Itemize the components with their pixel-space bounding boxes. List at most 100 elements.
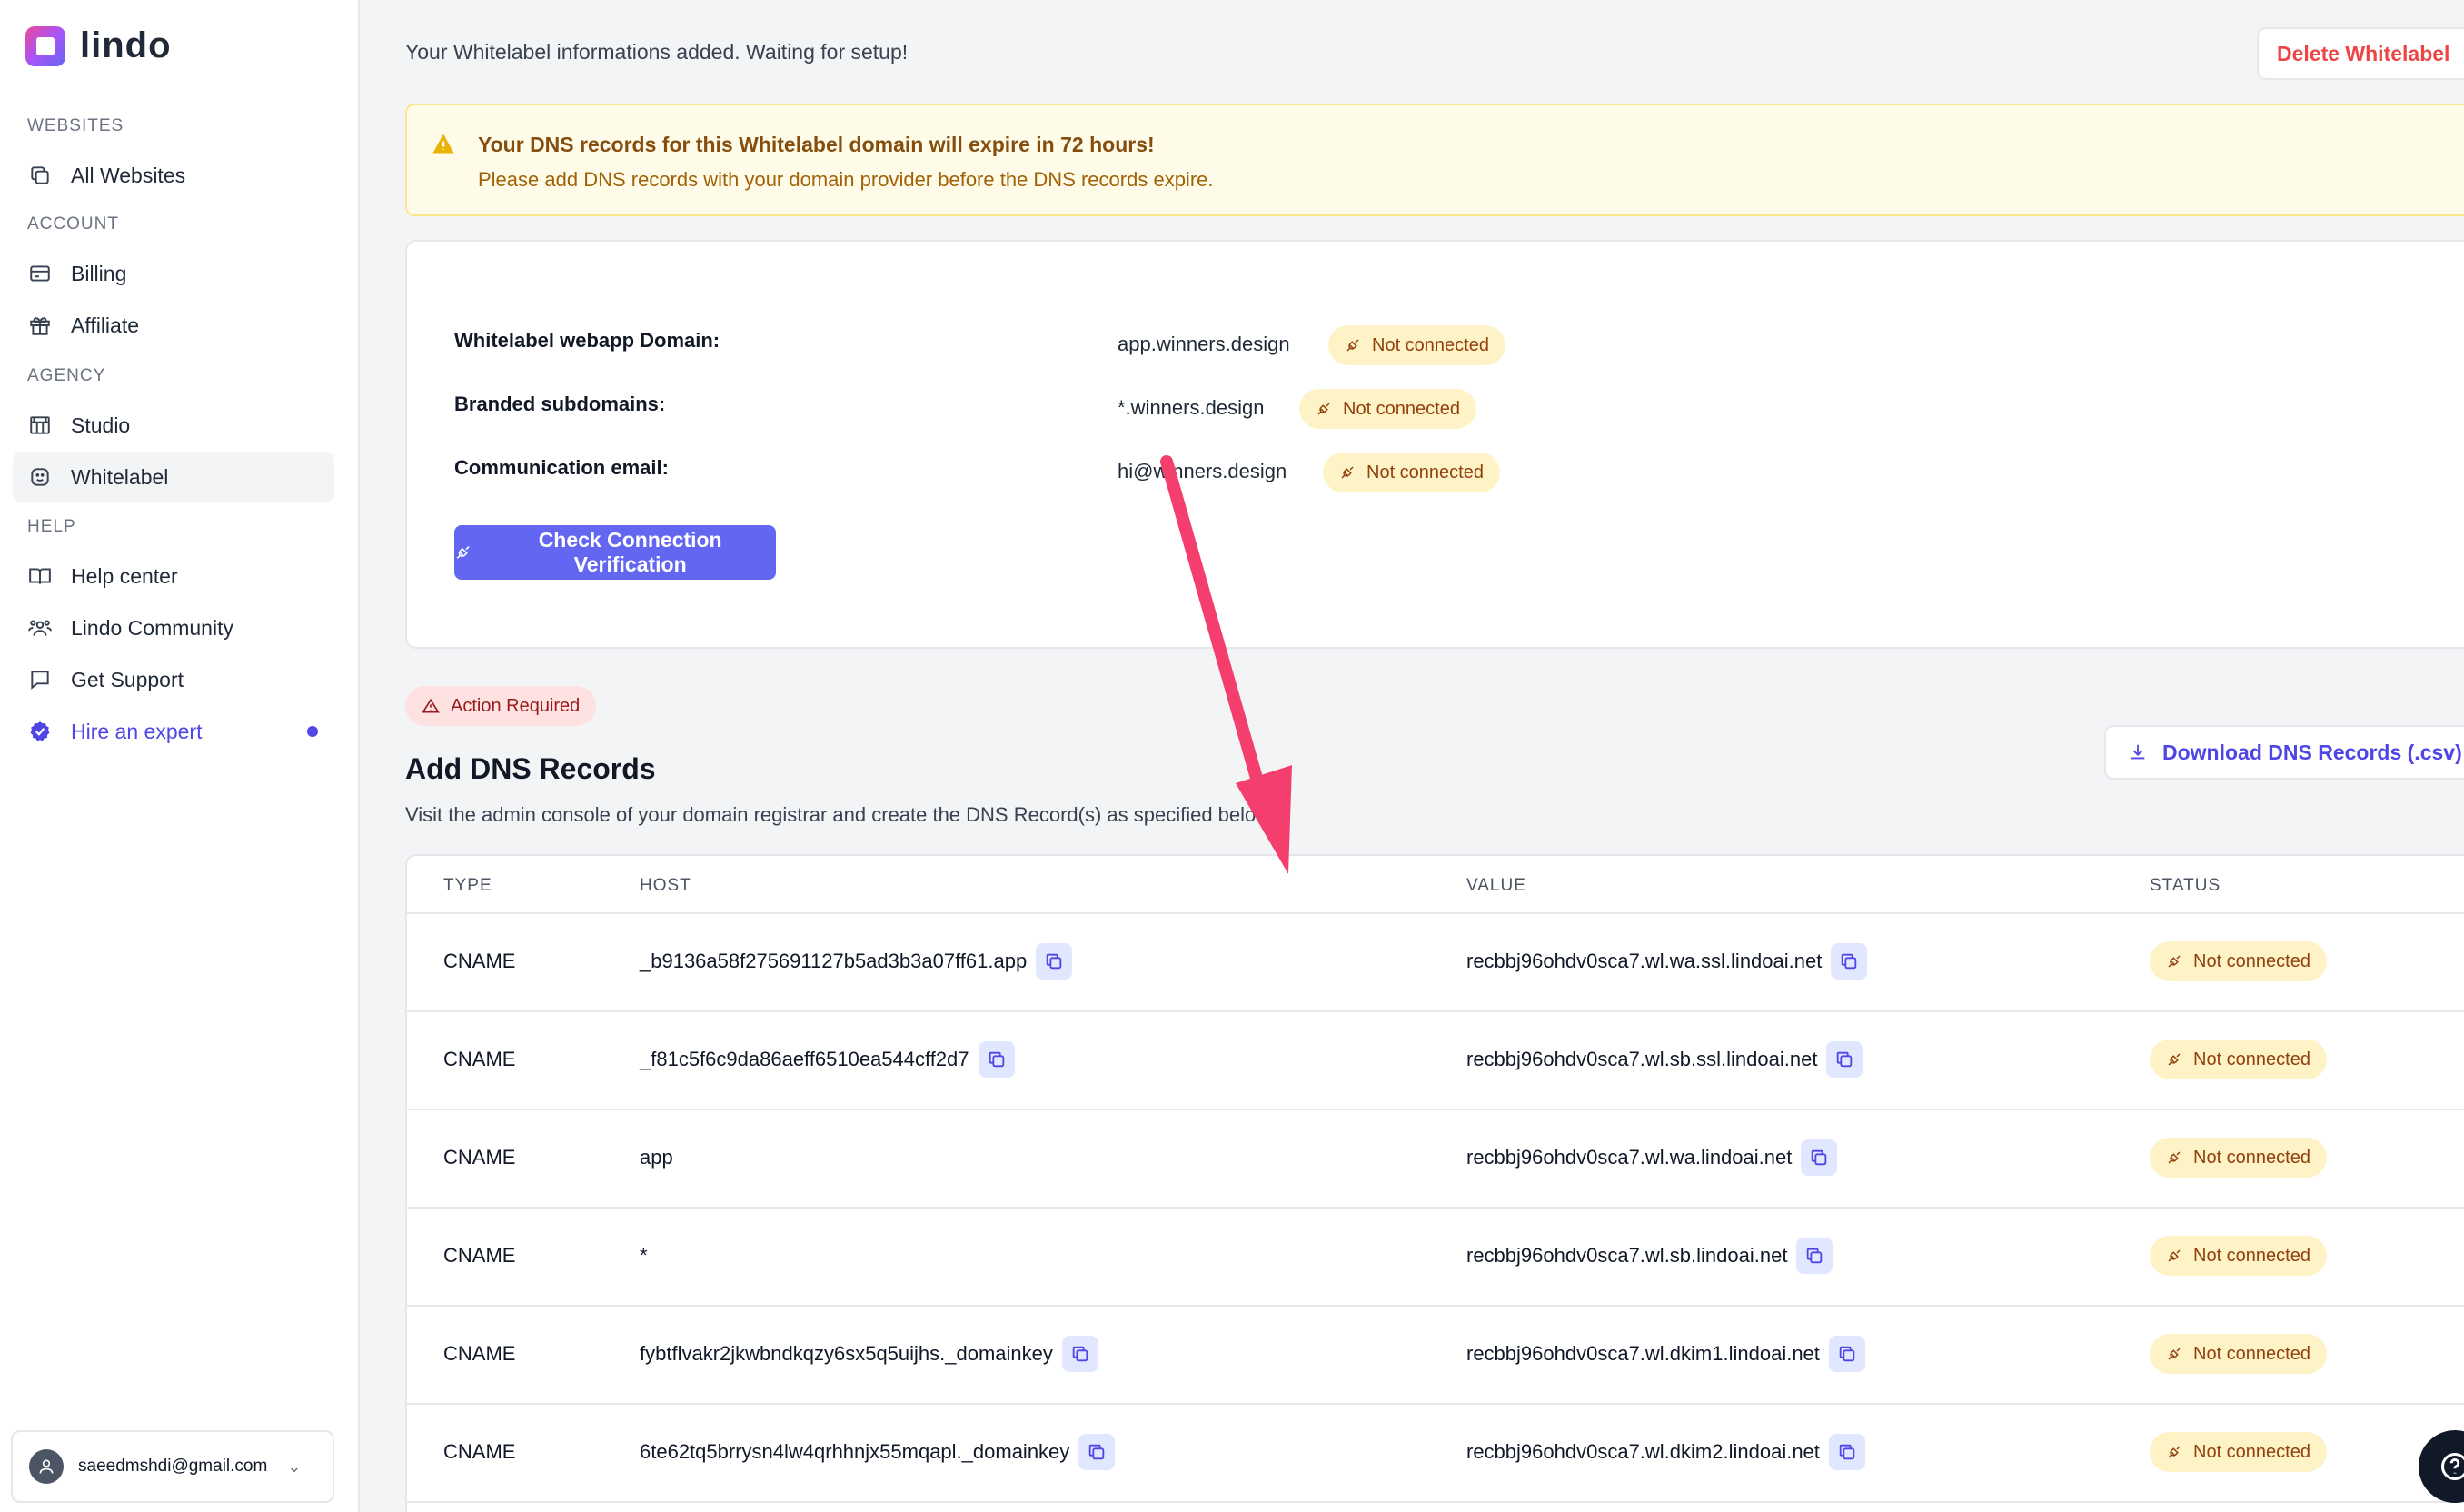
sidebar-item-all-websites[interactable]: All Websites (13, 150, 334, 201)
record-value-text: recbbj96ohdv0sca7.wl.dkim2.lindoai.net (1466, 1440, 1820, 1463)
sidebar-item-label: Affiliate (71, 313, 140, 337)
record-value: recbbj96ohdv0sca7.wl.wa.ssl.lindoai.net (1466, 943, 1868, 980)
unplug-icon (2166, 1149, 2182, 1166)
webapp-domain-label: Whitelabel webapp Domain: (454, 329, 720, 352)
sidebar-item-label: Lindo Community (71, 615, 233, 640)
branded-subdomains-value: *.winners.design (1118, 396, 1265, 419)
sidebar-item-billing[interactable]: Billing (13, 248, 334, 299)
record-host-text: app (640, 1146, 673, 1169)
sidebar-item-hire-an-expert[interactable]: Hire an expert (13, 706, 334, 757)
credit-card-icon (27, 261, 53, 286)
record-host: fybtflvakr2jkwbndkqzy6sx5q5uijhs._domain… (640, 1336, 1098, 1372)
table-row: CNAME _f81c5f6c9da86aeff6510ea544cff2d7 re… (407, 1012, 2464, 1110)
table-header: TYPE HOST VALUE STATUS (407, 856, 2464, 914)
brand-name: lindo (80, 25, 172, 65)
copy-host-button[interactable] (1078, 1434, 1116, 1470)
studio-icon (27, 413, 53, 438)
record-host-text: _f81c5f6c9da86aeff6510ea544cff2d7 (640, 1048, 969, 1070)
download-icon (2131, 744, 2145, 760)
record-host: _b9136a58f275691127b5ad3b3a07ff61.app (640, 943, 1073, 980)
brand-logo[interactable]: lindo (25, 25, 172, 66)
table-row: CNAME fybtflvakr2jkwbndkqzy6sx5q5uijhs._d… (407, 1307, 2464, 1405)
copy-icon (1837, 1344, 1857, 1364)
record-value: recbbj96ohdv0sca7.wl.dkim1.lindoai.net (1466, 1336, 1865, 1372)
expiry-warning-alert: Your DNS records for this Whitelabel dom… (405, 104, 2464, 216)
sidebar-item-affiliate[interactable]: Affiliate (13, 300, 334, 351)
check-connection-verification-button[interactable]: Check Connection Verification (454, 525, 776, 580)
status-badge: Not connected (2150, 1236, 2327, 1276)
unplug-icon (2166, 1248, 2182, 1264)
copy-icon (1070, 1344, 1090, 1364)
unplug-icon (1317, 403, 1330, 415)
sidebar-item-studio[interactable]: Studio (13, 400, 334, 451)
section-label-help: HELP (27, 517, 76, 536)
sidebar: lindo WEBSITES All Websites ACCOUNT Bill… (0, 0, 360, 1512)
copy-value-button[interactable] (1801, 1139, 1838, 1176)
record-type: CNAME (443, 1440, 516, 1463)
copy-icon (1839, 951, 1859, 971)
record-value-text: recbbj96ohdv0sca7.wl.sb.lindoai.net (1466, 1244, 1788, 1267)
status-message: Your Whitelabel informations added. Wait… (405, 40, 909, 64)
status-badge: Not connected (2150, 1334, 2327, 1374)
copy-icon (1087, 1442, 1107, 1462)
table-row: CNAME app recbbj96ohdv0sca7.wl.wa.lindoai.… (407, 1110, 2464, 1209)
avatar (29, 1449, 64, 1484)
domain-connection-card: Whitelabel webapp Domain: app.winners.de… (405, 240, 2464, 649)
branded-subdomains-label: Branded subdomains: (454, 393, 666, 415)
communication-email-value: hi@winners.design (1118, 460, 1287, 482)
column-header-host: HOST (640, 876, 691, 895)
sidebar-item-help-center[interactable]: Help center (13, 551, 334, 602)
unplug-icon (2166, 1346, 2182, 1362)
record-host: _f81c5f6c9da86aeff6510ea544cff2d7 (640, 1041, 1015, 1078)
question-icon (2441, 1453, 2464, 1480)
record-type: CNAME (443, 1342, 516, 1365)
record-type: CNAME (443, 1048, 516, 1070)
user-email: saeedmshdi@gmail.com (78, 1457, 268, 1476)
copy-value-button[interactable] (1831, 943, 1868, 980)
dns-section-title: Add DNS Records (405, 752, 656, 785)
record-host-text: 6te62tq5brrysn4lw4qrhhnjx55mqapl._domain… (640, 1440, 1070, 1463)
sidebar-item-lindo-community[interactable]: Lindo Community (13, 602, 334, 653)
chat-icon (27, 667, 53, 692)
unplug-icon (2166, 953, 2182, 970)
sidebar-item-label: All Websites (71, 163, 186, 187)
status-badge: Not connected (2150, 1040, 2327, 1079)
record-value: recbbj96ohdv0sca7.wl.sb.lindoai.net (1466, 1238, 1833, 1274)
column-header-value: VALUE (1466, 876, 1526, 895)
copy-value-button[interactable] (1826, 1041, 1863, 1078)
sidebar-item-whitelabel[interactable]: Whitelabel (13, 452, 334, 502)
people-icon (27, 615, 53, 641)
sidebar-item-label: Hire an expert (71, 719, 203, 743)
copy-icon (1044, 951, 1064, 971)
unplug-icon (2166, 1444, 2182, 1460)
copy-host-button[interactable] (978, 1041, 1015, 1078)
section-label-account: ACCOUNT (27, 214, 119, 234)
warning-triangle-icon (422, 698, 440, 713)
column-header-status: STATUS (2150, 876, 2221, 895)
lindo-logo-icon (25, 25, 65, 66)
copy-icon (1804, 1246, 1824, 1266)
status-badge: Not connected (1328, 325, 1505, 365)
sidebar-item-label: Get Support (71, 667, 184, 691)
copy-value-button[interactable] (1796, 1238, 1833, 1274)
status-badge: Not connected (2150, 1432, 2327, 1472)
copy-host-button[interactable] (1036, 943, 1073, 980)
copy-value-button[interactable] (1828, 1336, 1865, 1372)
copy-value-button[interactable] (1828, 1434, 1865, 1470)
gift-icon (27, 313, 53, 338)
smiley-icon (27, 464, 53, 490)
record-value: recbbj96ohdv0sca7.wl.wa.lindoai.net (1466, 1139, 1838, 1176)
dns-records-table: TYPE HOST VALUE STATUS CNAME _b9136a58f27… (405, 854, 2464, 1512)
sidebar-item-label: Help center (71, 563, 178, 588)
record-value-text: recbbj96ohdv0sca7.wl.wa.ssl.lindoai.net (1466, 950, 1823, 972)
delete-whitelabel-button[interactable]: Delete Whitelabel (2257, 27, 2464, 80)
warning-icon (432, 134, 454, 154)
download-dns-records-button[interactable]: Download DNS Records (.csv) (2104, 725, 2464, 780)
record-host: * (640, 1244, 648, 1268)
sidebar-item-get-support[interactable]: Get Support (13, 654, 334, 705)
sidebar-item-label: Billing (71, 261, 127, 285)
record-type: CNAME (443, 1146, 516, 1169)
alert-title: Your DNS records for this Whitelabel dom… (478, 133, 1155, 156)
copy-host-button[interactable] (1061, 1336, 1098, 1372)
user-account-menu[interactable]: saeedmshdi@gmail.com ⌄ (11, 1430, 334, 1503)
